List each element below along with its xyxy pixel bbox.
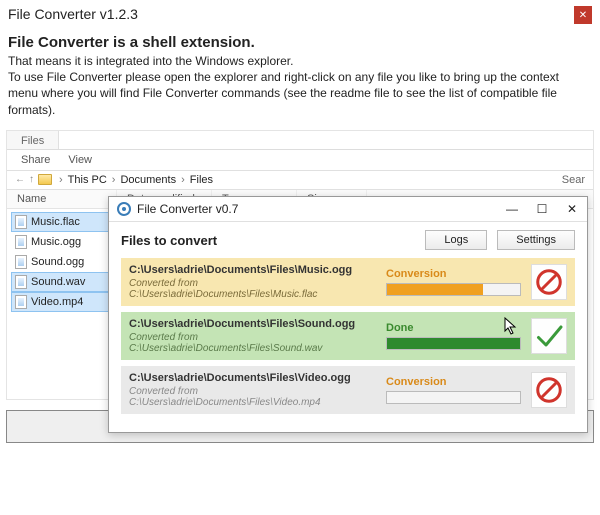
conversion-row: C:\Users\adrie\Documents\Files\Music.ogg… — [121, 258, 575, 306]
file-icon — [15, 295, 27, 309]
close-button[interactable]: ✕ — [565, 202, 579, 216]
col-name[interactable]: Name — [7, 190, 117, 208]
ribbon-share[interactable]: Share — [21, 154, 50, 166]
file-icon — [15, 215, 27, 229]
address-bar[interactable]: ← ↑ › This PC › Documents › Files Sear — [7, 170, 593, 190]
file-item[interactable]: Sound.wav — [11, 272, 113, 292]
cancel-icon[interactable] — [531, 372, 567, 408]
app-icon — [117, 202, 131, 216]
file-label: Video.mp4 — [31, 296, 83, 308]
crumb-files[interactable]: Files — [190, 174, 213, 186]
conversion-path: C:\Users\adrie\Documents\Files\Sound.ogg — [129, 318, 376, 330]
crumb-sep-icon: › — [180, 174, 186, 186]
minimize-button[interactable]: — — [505, 202, 519, 216]
ribbon-view[interactable]: View — [68, 154, 92, 166]
file-label: Music.ogg — [31, 236, 81, 248]
folder-icon — [38, 174, 52, 185]
progress-bar — [386, 283, 521, 296]
status-label: Done — [386, 322, 521, 334]
intro-line2: To use File Converter please open the ex… — [8, 69, 592, 118]
status-label: Conversion — [386, 268, 521, 280]
crumb-documents[interactable]: Documents — [120, 174, 176, 186]
intro-heading: File Converter is a shell extension. — [0, 26, 600, 53]
conversion-row: C:\Users\adrie\Documents\Files\Video.ogg… — [121, 366, 575, 414]
file-converter-window: File Converter v0.7 — ☐ ✕ Files to conve… — [108, 196, 588, 433]
conversion-row: C:\Users\adrie\Documents\Files\Sound.ogg… — [121, 312, 575, 360]
done-icon — [531, 318, 567, 354]
file-item[interactable]: Music.ogg — [11, 232, 113, 252]
file-label: Sound.wav — [31, 276, 85, 288]
file-item[interactable]: Sound.ogg — [11, 252, 113, 272]
crumb-sep-icon: › — [58, 174, 64, 186]
status-label: Conversion — [386, 376, 521, 388]
fc-title: File Converter v0.7 — [137, 202, 238, 216]
file-label: Sound.ogg — [31, 256, 84, 268]
nav-up-icon[interactable]: ↑ — [29, 174, 34, 185]
conversion-path: C:\Users\adrie\Documents\Files\Music.ogg — [129, 264, 376, 276]
conversion-source: Converted from C:\Users\adrie\Documents\… — [129, 278, 376, 300]
cancel-icon[interactable] — [531, 264, 567, 300]
file-icon — [15, 275, 27, 289]
fc-heading: Files to convert — [121, 233, 217, 248]
file-icon — [15, 235, 27, 249]
maximize-button[interactable]: ☐ — [535, 202, 549, 216]
intro-line1: That means it is integrated into the Win… — [8, 53, 592, 69]
close-button[interactable]: ✕ — [574, 6, 592, 24]
progress-bar — [386, 337, 521, 350]
conversion-source: Converted from C:\Users\adrie\Documents\… — [129, 332, 376, 354]
logs-button[interactable]: Logs — [425, 230, 487, 250]
settings-button[interactable]: Settings — [497, 230, 575, 250]
explorer-tab-files[interactable]: Files — [7, 131, 59, 149]
app-title: File Converter v1.2.3 — [8, 6, 138, 22]
crumb-this-pc[interactable]: This PC — [68, 174, 107, 186]
file-icon — [15, 255, 27, 269]
file-label: Music.flac — [31, 216, 80, 228]
nav-back-icon[interactable]: ← — [15, 174, 25, 185]
file-item[interactable]: Music.flac — [11, 212, 113, 232]
conversion-path: C:\Users\adrie\Documents\Files\Video.ogg — [129, 372, 376, 384]
file-item[interactable]: Video.mp4 — [11, 292, 113, 312]
search-input[interactable]: Sear — [562, 174, 585, 186]
conversion-source: Converted from C:\Users\adrie\Documents\… — [129, 386, 376, 408]
crumb-sep-icon: › — [111, 174, 117, 186]
progress-bar — [386, 391, 521, 404]
